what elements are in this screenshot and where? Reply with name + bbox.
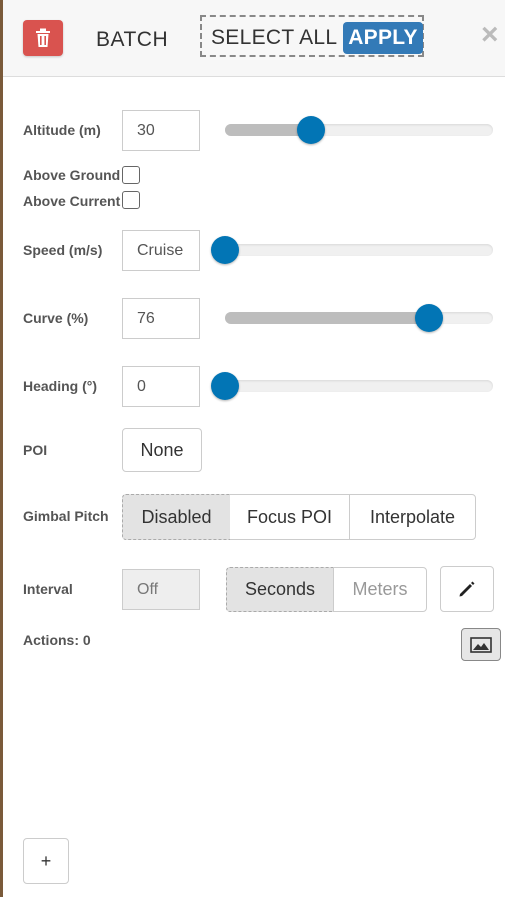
apply-button[interactable]: APPLY: [343, 22, 423, 54]
left-edge: [0, 0, 3, 897]
above-ground-checkbox[interactable]: [122, 166, 140, 184]
interval-input[interactable]: Off: [122, 569, 200, 610]
heading-input[interactable]: 0: [122, 366, 200, 407]
gimbal-option-focus-poi[interactable]: Focus POI: [230, 494, 350, 540]
above-current-label: Above Current: [23, 193, 121, 209]
selection-group: SELECT ALL APPLY: [200, 15, 424, 57]
gimbal-option-interpolate[interactable]: Interpolate: [349, 494, 476, 540]
add-button[interactable]: +: [23, 838, 69, 884]
curve-slider-handle[interactable]: [414, 304, 443, 332]
speed-slider-handle[interactable]: [211, 236, 239, 264]
gimbal-option-disabled[interactable]: Disabled: [122, 494, 231, 540]
interval-unit-seconds[interactable]: Seconds: [226, 567, 334, 612]
speed-slider[interactable]: [211, 236, 493, 264]
close-icon[interactable]: ×: [481, 20, 499, 50]
edit-interval-button[interactable]: [440, 566, 494, 612]
heading-label: Heading (°): [23, 378, 98, 394]
actions-count: Actions: 0: [23, 632, 91, 648]
curve-slider-fill: [225, 312, 429, 324]
delete-button[interactable]: [23, 20, 63, 56]
speed-input[interactable]: Cruise: [122, 230, 200, 271]
speed-label: Speed (m/s): [23, 242, 103, 258]
image-icon: [470, 636, 492, 653]
poi-select[interactable]: None: [122, 428, 202, 472]
poi-label: POI: [23, 442, 48, 458]
curve-input[interactable]: 76: [122, 298, 200, 339]
batch-toolbar: BATCH SELECT ALL APPLY ×: [3, 0, 505, 77]
above-ground-label: Above Ground: [23, 167, 121, 183]
interval-unit-meters[interactable]: Meters: [333, 567, 427, 612]
altitude-input[interactable]: 30: [122, 110, 200, 151]
heading-slider[interactable]: [211, 372, 493, 400]
heading-slider-handle[interactable]: [211, 372, 239, 400]
altitude-slider[interactable]: [225, 116, 493, 144]
altitude-label: Altitude (m): [23, 122, 101, 138]
select-all-button[interactable]: SELECT ALL: [211, 26, 337, 50]
gimbal-pitch-label: Gimbal Pitch: [23, 508, 109, 524]
altitude-slider-handle[interactable]: [296, 116, 325, 144]
batch-title: BATCH: [96, 28, 169, 51]
interval-label: Interval: [23, 581, 73, 597]
image-action-button[interactable]: [461, 628, 501, 661]
above-current-checkbox[interactable]: [122, 191, 140, 209]
curve-slider[interactable]: [225, 304, 493, 332]
trash-icon: [36, 28, 50, 47]
curve-label: Curve (%): [23, 310, 89, 326]
pencil-icon: [459, 581, 475, 597]
